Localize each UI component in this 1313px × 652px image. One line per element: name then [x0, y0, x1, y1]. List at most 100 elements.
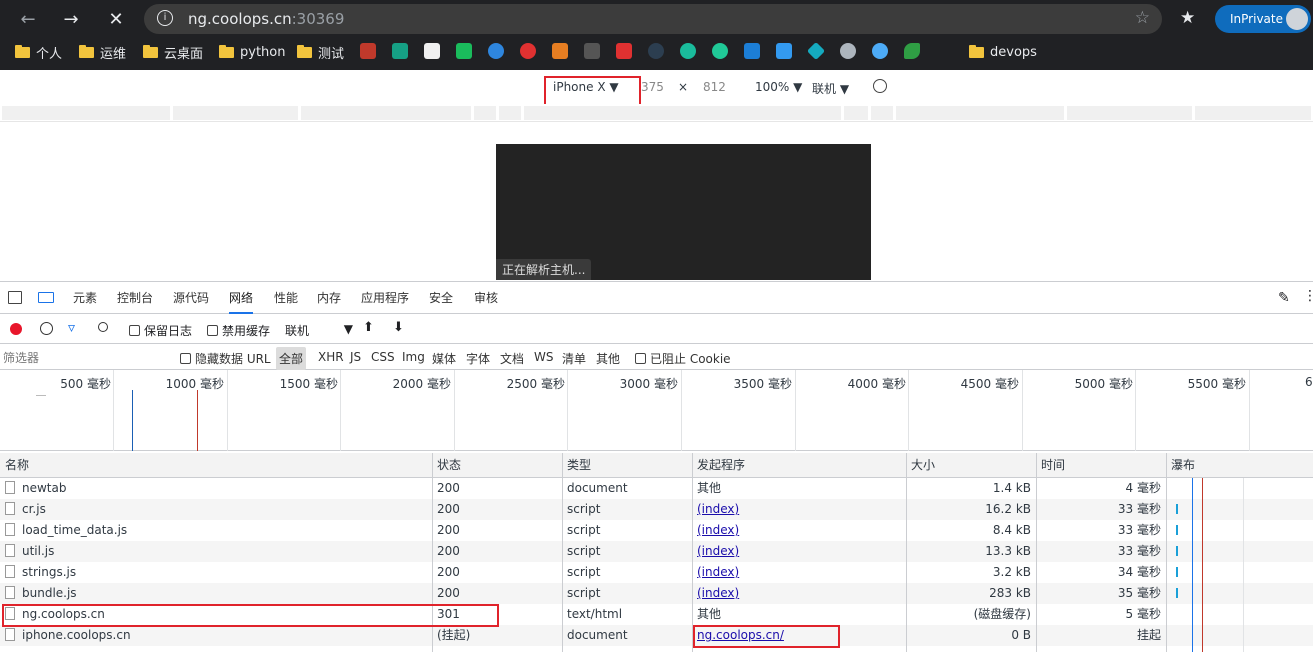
throttling-select[interactable]: 联机 ▼ — [285, 322, 353, 339]
ruler-segment[interactable] — [871, 106, 893, 120]
info-icon[interactable]: i — [157, 10, 173, 26]
bookmark-favicon[interactable] — [520, 43, 536, 59]
more-icon[interactable]: ⋮ — [1303, 288, 1313, 304]
bookmark-folder-personal[interactable]: 个人 — [15, 43, 62, 62]
tab-console[interactable]: 控制台 — [117, 282, 153, 314]
forward-icon[interactable]: → — [57, 6, 85, 34]
throttle-select[interactable]: 联机 ▼ — [812, 80, 849, 97]
disable-cache-checkbox[interactable]: 禁用缓存 — [207, 322, 270, 339]
bookmark-favicon[interactable] — [712, 43, 728, 59]
bookmark-favicon[interactable] — [872, 43, 888, 59]
stop-icon[interactable]: ✕ — [102, 6, 130, 34]
table-row[interactable]: load_time_data.js 200 script (index) 8.4 kB 3… — [0, 520, 1313, 541]
ruler-segment[interactable] — [844, 106, 868, 120]
table-row[interactable]: strings.js 200 script (index) 3.2 kB 34 毫秒 — [0, 562, 1313, 583]
bookmark-favicon[interactable] — [584, 43, 600, 59]
bookmark-favicon[interactable] — [744, 43, 760, 59]
height-input[interactable]: 812 — [703, 80, 726, 94]
col-header-size[interactable]: 大小 — [906, 453, 1036, 478]
filter-icon[interactable]: ▿ — [68, 320, 75, 336]
col-header-initiator[interactable]: 发起程序 — [692, 453, 906, 478]
bookmark-favicon[interactable] — [648, 43, 664, 59]
hide-data-urls-checkbox[interactable]: 隐藏数据 URL — [180, 350, 271, 367]
table-row[interactable]: bundle.js 200 script (index) 283 kB 35 毫秒 — [0, 583, 1313, 604]
export-har-icon[interactable]: ⬇ — [393, 320, 404, 335]
inprivate-badge[interactable]: InPrivate — [1215, 5, 1311, 33]
filter-type-font[interactable]: 字体 — [466, 350, 490, 367]
initiator-text[interactable]: (index) — [697, 523, 739, 537]
table-row[interactable]: iphone.coolops.cn (挂起) document ng.coolops.… — [0, 625, 1313, 646]
back-icon[interactable]: ← — [14, 6, 42, 34]
col-header-time[interactable]: 时间 — [1036, 453, 1166, 478]
ruler-segment[interactable] — [474, 106, 496, 120]
tab-application[interactable]: 应用程序 — [361, 282, 409, 314]
ruler-segment[interactable] — [524, 106, 841, 120]
ruler-segment[interactable] — [173, 106, 298, 120]
initiator-text[interactable]: (index) — [697, 502, 739, 516]
feedback-icon[interactable]: ✎ — [1278, 290, 1290, 306]
bookmark-favicon[interactable] — [456, 43, 472, 59]
preserve-log-checkbox[interactable]: 保留日志 — [129, 322, 192, 339]
tab-audits[interactable]: 审核 — [474, 282, 498, 314]
bookmark-favicon[interactable] — [616, 43, 632, 59]
timeline-overview[interactable]: 500 毫秒 1000 毫秒 1500 毫秒 2000 毫秒 2500 毫秒 3… — [0, 370, 1313, 451]
bookmark-favicon[interactable] — [776, 43, 792, 59]
filter-type-manifest[interactable]: 清单 — [562, 350, 586, 367]
bookmark-favicon[interactable] — [680, 43, 696, 59]
col-header-status[interactable]: 状态 — [432, 453, 562, 478]
device-toggle-icon[interactable] — [38, 292, 54, 303]
ruler-segment[interactable] — [301, 106, 471, 120]
col-header-type[interactable]: 类型 — [562, 453, 692, 478]
ruler-segment[interactable] — [499, 106, 521, 120]
bookmark-folder-devops[interactable]: devops — [969, 43, 1037, 61]
favorites-icon[interactable]: ★ — [1180, 8, 1195, 28]
width-input[interactable]: 375 — [641, 80, 664, 94]
tab-sources[interactable]: 源代码 — [173, 282, 209, 314]
filter-type-css[interactable]: CSS — [371, 350, 395, 364]
bookmark-folder-ops[interactable]: 运维 — [79, 43, 126, 62]
bookmark-favicon[interactable] — [840, 43, 856, 59]
bookmark-favicon[interactable] — [392, 43, 408, 59]
bookmark-favicon[interactable] — [806, 41, 826, 61]
search-icon[interactable] — [98, 322, 108, 332]
initiator-text[interactable]: (index) — [697, 586, 739, 600]
table-row[interactable]: cr.js 200 script (index) 16.2 kB 33 毫秒 — [0, 499, 1313, 520]
address-bar[interactable]: i ng.coolops.cn:30369 ☆ — [144, 4, 1162, 34]
filter-type-js[interactable]: JS — [350, 350, 361, 364]
clear-icon[interactable] — [40, 322, 53, 335]
bookmark-favicon[interactable] — [488, 43, 504, 59]
import-har-icon[interactable]: ⬆ — [363, 320, 374, 335]
initiator-text[interactable]: (index) — [697, 565, 739, 579]
filter-input[interactable] — [3, 348, 168, 367]
star-icon[interactable]: ☆ — [1135, 8, 1150, 28]
table-row[interactable]: newtab 200 document 其他 1.4 kB 4 毫秒 — [0, 478, 1313, 499]
ruler-segment[interactable] — [896, 106, 1064, 120]
tab-elements[interactable]: 元素 — [73, 282, 97, 314]
tab-network[interactable]: 网络 — [229, 282, 254, 314]
tab-memory[interactable]: 内存 — [317, 282, 341, 314]
filter-type-all[interactable]: 全部 — [276, 347, 307, 370]
col-header-waterfall[interactable]: 瀑布 — [1166, 453, 1313, 478]
zoom-select[interactable]: 100% ▼ — [755, 80, 802, 94]
bookmark-folder-python[interactable]: python — [219, 43, 285, 61]
ruler-segment[interactable] — [1067, 106, 1192, 120]
filter-type-xhr[interactable]: XHR — [318, 350, 344, 364]
filter-type-doc[interactable]: 文档 — [500, 350, 524, 367]
filter-type-ws[interactable]: WS — [534, 350, 553, 364]
bookmark-favicon[interactable] — [424, 43, 440, 59]
device-viewport[interactable]: 正在解析主机... — [496, 144, 871, 280]
bookmark-favicon[interactable] — [904, 43, 920, 59]
col-header-name[interactable]: 名称 — [0, 453, 432, 478]
bookmark-folder-test[interactable]: 测试 — [297, 43, 344, 62]
inspect-icon[interactable] — [8, 291, 22, 304]
bookmark-favicon[interactable] — [552, 43, 568, 59]
filter-type-media[interactable]: 媒体 — [432, 350, 456, 367]
record-icon[interactable] — [10, 323, 22, 335]
blocked-cookies-checkbox[interactable]: 已阻止 Cookie — [635, 350, 731, 367]
initiator-text[interactable]: (index) — [697, 544, 739, 558]
filter-type-other[interactable]: 其他 — [596, 350, 620, 367]
filter-type-img[interactable]: Img — [402, 350, 425, 364]
ruler-segment[interactable] — [1195, 106, 1311, 120]
table-row[interactable]: util.js 200 script (index) 13.3 kB 33 毫秒 — [0, 541, 1313, 562]
bookmark-favicon[interactable] — [360, 43, 376, 59]
